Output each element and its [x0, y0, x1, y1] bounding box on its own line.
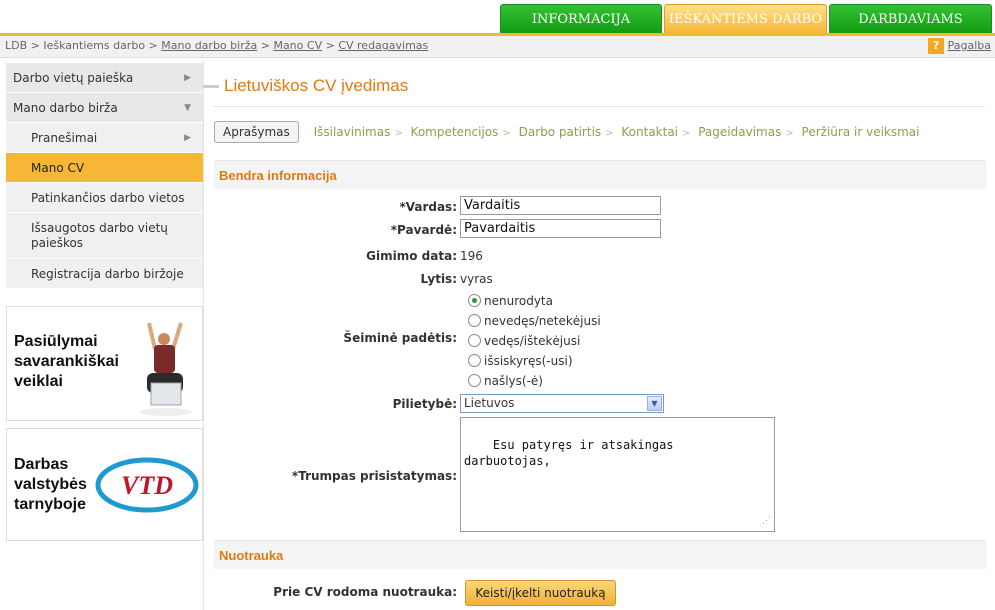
sidebar: Darbo vietų paieška ▶ Mano darbo birža ▼… [6, 63, 203, 289]
chevron-right-icon: ▶ [184, 73, 191, 83]
resize-grip-icon[interactable]: ⋰ [762, 513, 771, 529]
chevron-right-icon: ▶ [184, 133, 191, 143]
marital-option[interactable]: nenurodyta [468, 292, 553, 310]
radio-icon[interactable] [468, 314, 481, 327]
first-name-label: *Vardas: [399, 200, 457, 214]
step-darbo-patirtis[interactable]: Darbo patirtis [519, 125, 602, 139]
step-separator: > [785, 128, 794, 139]
sidebar-item-label: Mano CV [31, 161, 85, 175]
sidebar-item-label: Mano darbo birža [13, 101, 118, 115]
last-name-label: *Pavardė: [390, 223, 457, 237]
tab-darbdaviams[interactable]: DARBDAVIAMS [829, 4, 992, 33]
gender-value: vyras [460, 272, 493, 286]
radio-icon[interactable] [468, 374, 481, 387]
citizenship-select[interactable]: Lietuvos ▼ [460, 394, 664, 413]
main-content: Lietuviškos CV įvedimas Aprašymas Išsila… [203, 60, 995, 610]
step-issilavinimas[interactable]: Išsilavinimas [314, 125, 391, 139]
breadcrumb-item[interactable]: CV redagavimas [338, 39, 428, 52]
step-separator: > [502, 128, 511, 139]
chevron-down-icon: ▼ [184, 103, 191, 113]
marital-option-label: nenurodyta [484, 294, 553, 308]
breadcrumb-separator: > [260, 39, 270, 52]
sidebar-item-registracija[interactable]: Registracija darbo biržoje [6, 259, 203, 289]
breadcrumb-separator: > [30, 39, 40, 52]
radio-icon[interactable] [468, 334, 481, 347]
cv-steps: Aprašymas Išsilavinimas > Kompetencijos > … [214, 121, 924, 143]
promo-self-employment[interactable]: Pasiūlymai savarankiškai veiklai [6, 306, 203, 421]
sidebar-item-darbo-vietu-paieska[interactable]: Darbo vietų paieška ▶ [6, 63, 203, 93]
sidebar-item-mano-cv[interactable]: Mano CV [6, 153, 203, 183]
title-decoration [203, 85, 219, 88]
step-separator: > [394, 128, 403, 139]
radio-icon[interactable] [468, 354, 481, 367]
help-link-wrap: ? Pagalba [928, 38, 991, 54]
sidebar-item-label: Patinkančios darbo vietos [31, 191, 185, 205]
gender-label: Lytis: [420, 272, 457, 286]
marital-option[interactable]: našlys(-ė) [468, 372, 543, 390]
sidebar-item-patinkancios-darbo-vietos[interactable]: Patinkančios darbo vietos [6, 183, 203, 213]
last-name-input[interactable] [460, 219, 661, 238]
step-kompetencijos[interactable]: Kompetencijos [411, 125, 499, 139]
sidebar-item-label: Registracija darbo biržoje [31, 267, 184, 281]
breadcrumb-separator: > [325, 39, 335, 52]
marital-option-label: išsiskyręs(-usi) [484, 354, 573, 368]
section-title-photo: Nuotrauka [214, 540, 986, 569]
citizenship-value: Lietuvos [464, 396, 515, 410]
sidebar-item-label: Pranešimai [31, 131, 98, 145]
sidebar-item-mano-darbo-birza[interactable]: Mano darbo birža ▼ [6, 93, 203, 123]
breadcrumb-item[interactable]: LDB [5, 39, 27, 52]
marital-status-label: Šeiminė padėtis: [343, 331, 457, 345]
change-photo-button[interactable]: Keisti/įkelti nuotrauką [465, 580, 616, 606]
marital-option-label: nevedęs/netekėjusi [484, 314, 601, 328]
promo-text: Pasiūlymai savarankiškai veiklai [14, 333, 119, 390]
top-navigation: INFORMACIJA IEŠKANTIEMS DARBO DARBDAVIAM… [0, 0, 995, 34]
summary-textarea[interactable]: Esu patyręs ir atsakingas darbuotojas, ⋰ [460, 417, 775, 532]
sidebar-item-issaugotos-paieskos[interactable]: Išsaugotos darbo vietų paieškos [6, 213, 203, 259]
radio-checked-icon[interactable] [468, 294, 481, 307]
promo-civil-service[interactable]: Darbas valstybės tarnyboje VTD [6, 428, 203, 541]
marital-option[interactable]: išsiskyręs(-usi) [468, 352, 573, 370]
question-icon[interactable]: ? [928, 38, 945, 54]
step-separator: > [605, 128, 614, 139]
breadcrumb-item[interactable]: Mano CV [273, 39, 322, 52]
tab-informacija[interactable]: INFORMACIJA [500, 4, 662, 33]
sidebar-item-pranesimai[interactable]: Pranešimai ▶ [6, 123, 203, 153]
vtd-logo-icon: VTD [95, 457, 199, 513]
breadcrumb-bar: LDB > Ieškantiems darbo > Mano darbo bir… [0, 36, 995, 58]
marital-option-label: vedęs/ištekėjusi [484, 334, 581, 348]
sidebar-item-label: Darbo vietų paieška [13, 71, 134, 85]
sidebar-item-label: Išsaugotos darbo vietų paieškos [31, 221, 168, 250]
breadcrumb-item[interactable]: Ieškantiems darbo [43, 39, 145, 52]
photo-label: Prie CV rodoma nuotrauka: [273, 585, 457, 599]
breadcrumb-item[interactable]: Mano darbo birža [161, 39, 257, 52]
birth-date-value: 196 [460, 249, 483, 263]
page-title: Lietuviškos CV įvedimas [224, 76, 409, 95]
breadcrumb: LDB > Ieškantiems darbo > Mano darbo bir… [5, 36, 428, 56]
tab-ieskantiems-darbo[interactable]: IEŠKANTIEMS DARBO [664, 4, 827, 33]
first-name-input[interactable] [460, 196, 661, 215]
step-kontaktai[interactable]: Kontaktai [621, 125, 678, 139]
step-separator: > [682, 128, 691, 139]
step-pageidavimas[interactable]: Pageidavimas [698, 125, 781, 139]
chevron-down-icon[interactable]: ▼ [647, 396, 662, 411]
title-divider [213, 106, 985, 107]
person-with-laptop-icon [140, 322, 192, 416]
svg-text:VTD: VTD [121, 471, 173, 500]
breadcrumb-separator: > [148, 39, 158, 52]
step-aprasymas[interactable]: Aprašymas [214, 121, 299, 143]
summary-label: *Trumpas prisistatymas: [291, 469, 457, 483]
section-title-general: Bendra informacija [214, 160, 986, 189]
marital-option[interactable]: nevedęs/netekėjusi [468, 312, 601, 330]
summary-text: Esu patyręs ir atsakingas darbuotojas, [464, 438, 674, 468]
citizenship-label: Pilietybė: [392, 397, 457, 411]
marital-option-label: našlys(-ė) [484, 374, 543, 388]
step-perziura-ir-veiksmai[interactable]: Peržiūra ir veiksmai [802, 125, 920, 139]
marital-option[interactable]: vedęs/ištekėjusi [468, 332, 580, 350]
help-link[interactable]: Pagalba [948, 39, 991, 52]
birth-date-label: Gimimo data: [366, 249, 457, 263]
